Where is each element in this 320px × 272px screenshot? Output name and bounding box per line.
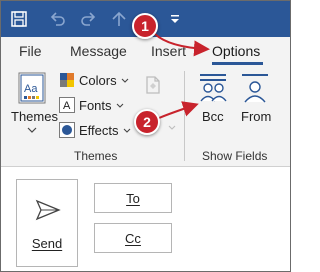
bcc-label[interactable]: Bcc (202, 109, 224, 124)
fonts-label: Fonts (79, 97, 112, 113)
themes-label[interactable]: Themes (11, 109, 58, 124)
to-button[interactable]: To (94, 183, 172, 213)
fonts-icon: A (59, 97, 75, 113)
colors-label: Colors (79, 72, 117, 88)
send-button[interactable]: Send (16, 179, 78, 267)
to-label: To (126, 190, 140, 206)
effects-label: Effects (79, 122, 119, 138)
chevron-down-icon (123, 128, 130, 133)
callout-2: 2 (134, 109, 160, 135)
send-label: Send (31, 236, 63, 251)
redo-icon[interactable] (79, 9, 99, 29)
ribbon-group-divider (184, 71, 185, 161)
tab-message[interactable]: Message (70, 43, 127, 59)
send-icon (35, 199, 61, 221)
page-color-icon (146, 76, 160, 94)
callout-1: 1 (132, 13, 158, 39)
from-label[interactable]: From (241, 109, 271, 124)
colors-icon (60, 73, 74, 87)
chevron-down-icon (27, 127, 37, 133)
show-fields-group-label: Show Fields (202, 149, 268, 163)
chevron-down-icon (168, 125, 176, 130)
svg-text:A: A (63, 100, 71, 112)
ribbon-tabs: File Message Insert Options (1, 37, 290, 65)
undo-icon[interactable] (47, 9, 67, 29)
chevron-down-icon (116, 103, 123, 108)
tab-file[interactable]: File (19, 43, 42, 59)
fonts-button[interactable]: A Fonts (59, 97, 124, 113)
chevron-down-icon (121, 78, 128, 83)
themes-group-label: Themes (74, 149, 118, 163)
outlook-compose-window: File Message Insert Options Aa Themes Co… (0, 0, 291, 272)
svg-text:Aa: Aa (24, 83, 38, 95)
compose-area: Send To Cc (1, 167, 290, 271)
effects-button[interactable]: Effects (59, 122, 131, 138)
tab-insert[interactable]: Insert (151, 43, 186, 59)
cc-button[interactable]: Cc (94, 223, 172, 253)
cc-label: Cc (125, 230, 141, 246)
from-icon[interactable] (240, 71, 270, 103)
effects-icon (59, 122, 75, 138)
save-icon[interactable] (9, 9, 29, 29)
up-arrow-icon[interactable] (109, 9, 129, 29)
tab-options[interactable]: Options (212, 43, 260, 59)
colors-button[interactable]: Colors (59, 72, 129, 88)
themes-icon[interactable]: Aa (15, 71, 49, 105)
bcc-icon[interactable] (198, 71, 228, 103)
customize-toolbar-icon[interactable] (165, 9, 185, 29)
